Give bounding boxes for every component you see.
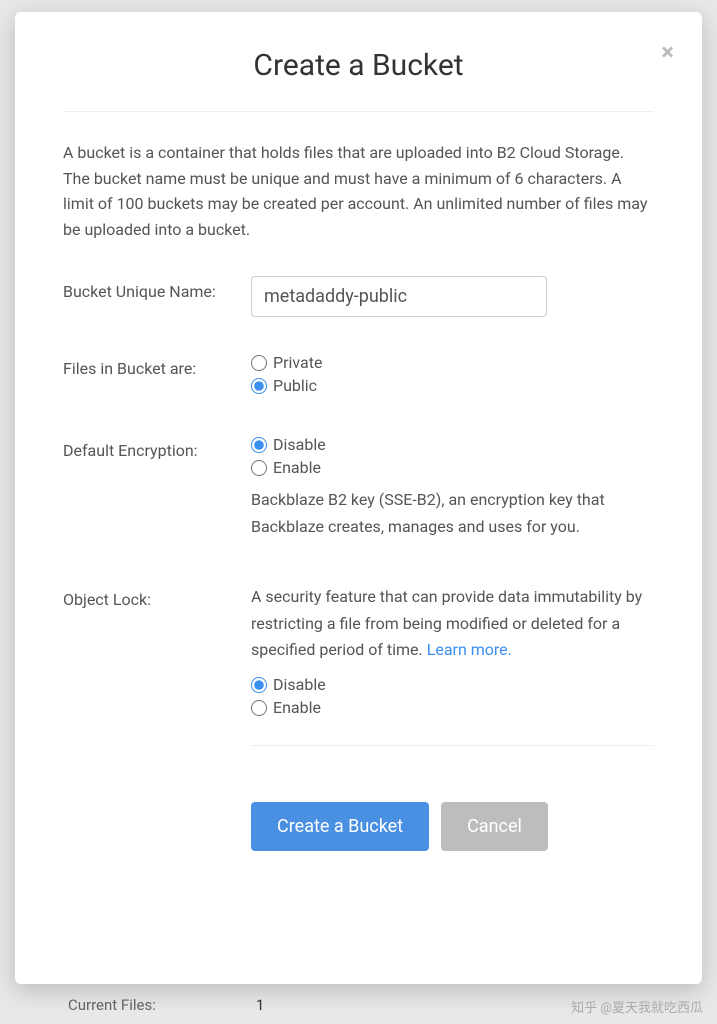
files-privacy-label: Files in Bucket are: (63, 353, 251, 378)
files-privacy-row: Files in Bucket are: Private Public (63, 353, 654, 399)
objectlock-disable-radio[interactable] (251, 677, 267, 693)
object-lock-row: Object Lock: A security feature that can… (63, 584, 654, 746)
encryption-disable-label: Disable (273, 435, 326, 454)
privacy-private-label: Private (273, 353, 322, 372)
bg-current-files-value: 1 (256, 996, 264, 1014)
encryption-enable-label: Enable (273, 458, 321, 477)
cancel-button[interactable]: Cancel (441, 802, 548, 851)
create-bucket-button[interactable]: Create a Bucket (251, 802, 429, 851)
objectlock-disable-option[interactable]: Disable (251, 675, 654, 694)
bucket-name-input[interactable] (251, 276, 547, 317)
encryption-enable-option[interactable]: Enable (251, 458, 654, 477)
objectlock-enable-option[interactable]: Enable (251, 698, 654, 717)
encryption-help: Backblaze B2 key (SSE-B2), an encryption… (251, 487, 654, 540)
encryption-enable-radio[interactable] (251, 460, 267, 476)
privacy-public-radio[interactable] (251, 378, 267, 394)
privacy-public-label: Public (273, 376, 317, 395)
bg-current-files: Current Files: 1 (68, 996, 264, 1014)
object-lock-help: A security feature that can provide data… (251, 584, 654, 663)
encryption-row: Default Encryption: Disable Enable Backb… (63, 435, 654, 548)
encryption-disable-option[interactable]: Disable (251, 435, 654, 454)
title-divider (63, 111, 654, 112)
bucket-name-row: Bucket Unique Name: (63, 276, 654, 317)
privacy-public-option[interactable]: Public (251, 376, 654, 395)
watermark: 知乎 @夏天我就吃西瓜 (571, 997, 703, 1016)
close-icon[interactable]: × (661, 40, 674, 64)
objectlock-enable-label: Enable (273, 698, 321, 717)
modal-title: Create a Bucket (63, 48, 654, 83)
bg-current-files-label: Current Files: (68, 996, 156, 1014)
create-bucket-modal: × Create a Bucket A bucket is a containe… (15, 12, 702, 984)
privacy-private-radio[interactable] (251, 355, 267, 371)
modal-buttons: Create a Bucket Cancel (251, 802, 654, 851)
encryption-disable-radio[interactable] (251, 437, 267, 453)
encryption-label: Default Encryption: (63, 435, 251, 460)
objectlock-disable-label: Disable (273, 675, 326, 694)
modal-description: A bucket is a container that holds files… (63, 140, 654, 242)
object-lock-divider (251, 745, 654, 746)
bucket-name-label: Bucket Unique Name: (63, 276, 251, 301)
objectlock-enable-radio[interactable] (251, 700, 267, 716)
privacy-private-option[interactable]: Private (251, 353, 654, 372)
object-lock-label: Object Lock: (63, 584, 251, 609)
learn-more-link[interactable]: Learn more. (427, 640, 512, 659)
